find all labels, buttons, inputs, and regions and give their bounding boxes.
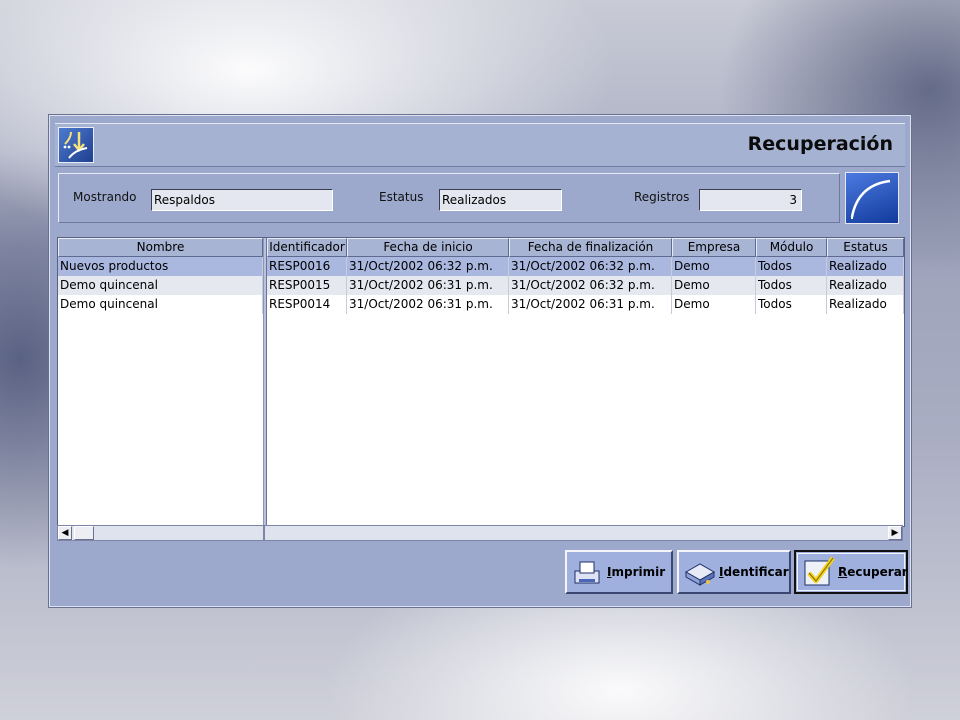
table-row[interactable]: Demo quincenal RESP0015 31/Oct/2002 06:3… xyxy=(58,276,904,295)
scroll-thumb[interactable] xyxy=(74,526,94,540)
showing-label: Mostrando xyxy=(73,190,137,204)
print-button[interactable]: Imprimir xyxy=(565,550,673,594)
cell-modulo: Todos xyxy=(756,276,827,295)
printer-icon xyxy=(574,561,600,584)
cell-fecha-inicio: 31/Oct/2002 06:31 p.m. xyxy=(347,295,509,314)
table-row[interactable]: Demo quincenal RESP0014 31/Oct/2002 06:3… xyxy=(58,295,904,314)
showing-field[interactable]: Respaldos xyxy=(151,189,333,211)
records-label: Registros xyxy=(634,190,690,204)
recover-mnemonic: R xyxy=(838,565,848,579)
curve-icon[interactable] xyxy=(845,172,899,224)
cell-fecha-inicio: 31/Oct/2002 06:31 p.m. xyxy=(347,276,509,295)
cell-nombre: Demo quincenal xyxy=(58,276,263,295)
page-title: Recuperación xyxy=(747,133,893,155)
filter-bar: Mostrando Respaldos Estatus Realizados R… xyxy=(58,173,840,223)
tape-drive-icon xyxy=(684,563,716,586)
cell-nombre: Nuevos productos xyxy=(58,257,263,276)
column-header-estatus[interactable]: Estatus xyxy=(827,238,904,257)
right-horizontal-scrollbar[interactable]: ▶ xyxy=(264,525,903,541)
cell-fecha-inicio: 31/Oct/2002 06:32 p.m. xyxy=(347,257,509,276)
cell-modulo: Todos xyxy=(756,295,827,314)
table-row[interactable]: Nuevos productos RESP0016 31/Oct/2002 06… xyxy=(58,257,904,276)
print-label: mprimir xyxy=(611,565,666,579)
cell-estatus: Realizado xyxy=(827,257,904,276)
column-header-identificador[interactable]: Identificador xyxy=(267,238,347,257)
cell-empresa: Demo xyxy=(672,257,756,276)
column-header-nombre[interactable]: Nombre xyxy=(58,238,263,257)
identify-label: dentificar xyxy=(723,565,789,579)
status-label: Estatus xyxy=(379,190,424,204)
column-header-empresa[interactable]: Empresa xyxy=(672,238,756,257)
cell-estatus: Realizado xyxy=(827,295,904,314)
cell-empresa: Demo xyxy=(672,276,756,295)
column-header-fecha-finalizacion[interactable]: Fecha de finalización xyxy=(509,238,672,257)
column-header-modulo[interactable]: Módulo xyxy=(756,238,827,257)
cell-empresa: Demo xyxy=(672,295,756,314)
status-field[interactable]: Realizados xyxy=(439,189,562,211)
checkmark-icon xyxy=(804,556,835,586)
cell-identificador: RESP0015 xyxy=(267,276,347,295)
left-horizontal-scrollbar[interactable]: ◀ xyxy=(57,525,264,541)
cell-fecha-finalizacion: 31/Oct/2002 06:31 p.m. xyxy=(509,295,672,314)
recovery-window: Recuperación Mostrando Respaldos Estatus… xyxy=(48,114,912,608)
cell-estatus: Realizado xyxy=(827,276,904,295)
cell-fecha-finalizacion: 31/Oct/2002 06:32 p.m. xyxy=(509,276,672,295)
scroll-right-arrow-icon[interactable]: ▶ xyxy=(888,526,902,540)
cell-nombre: Demo quincenal xyxy=(58,295,263,314)
cell-fecha-finalizacion: 31/Oct/2002 06:32 p.m. xyxy=(509,257,672,276)
recovery-arrows-icon xyxy=(58,127,94,163)
scroll-left-arrow-icon[interactable]: ◀ xyxy=(58,526,72,540)
title-bar: Recuperación xyxy=(55,123,905,167)
cell-identificador: RESP0014 xyxy=(267,295,347,314)
records-field: 3 xyxy=(699,189,802,211)
backup-grid: Nombre Identificador Fecha de inicio Fec… xyxy=(57,237,905,527)
recover-button[interactable]: Recuperar xyxy=(794,550,908,594)
cell-modulo: Todos xyxy=(756,257,827,276)
column-header-fecha-inicio[interactable]: Fecha de inicio xyxy=(347,238,509,257)
column-splitter[interactable] xyxy=(263,238,267,526)
recover-label: ecuperar xyxy=(847,565,908,579)
identify-button[interactable]: Identificar xyxy=(677,550,791,594)
cell-identificador: RESP0016 xyxy=(267,257,347,276)
